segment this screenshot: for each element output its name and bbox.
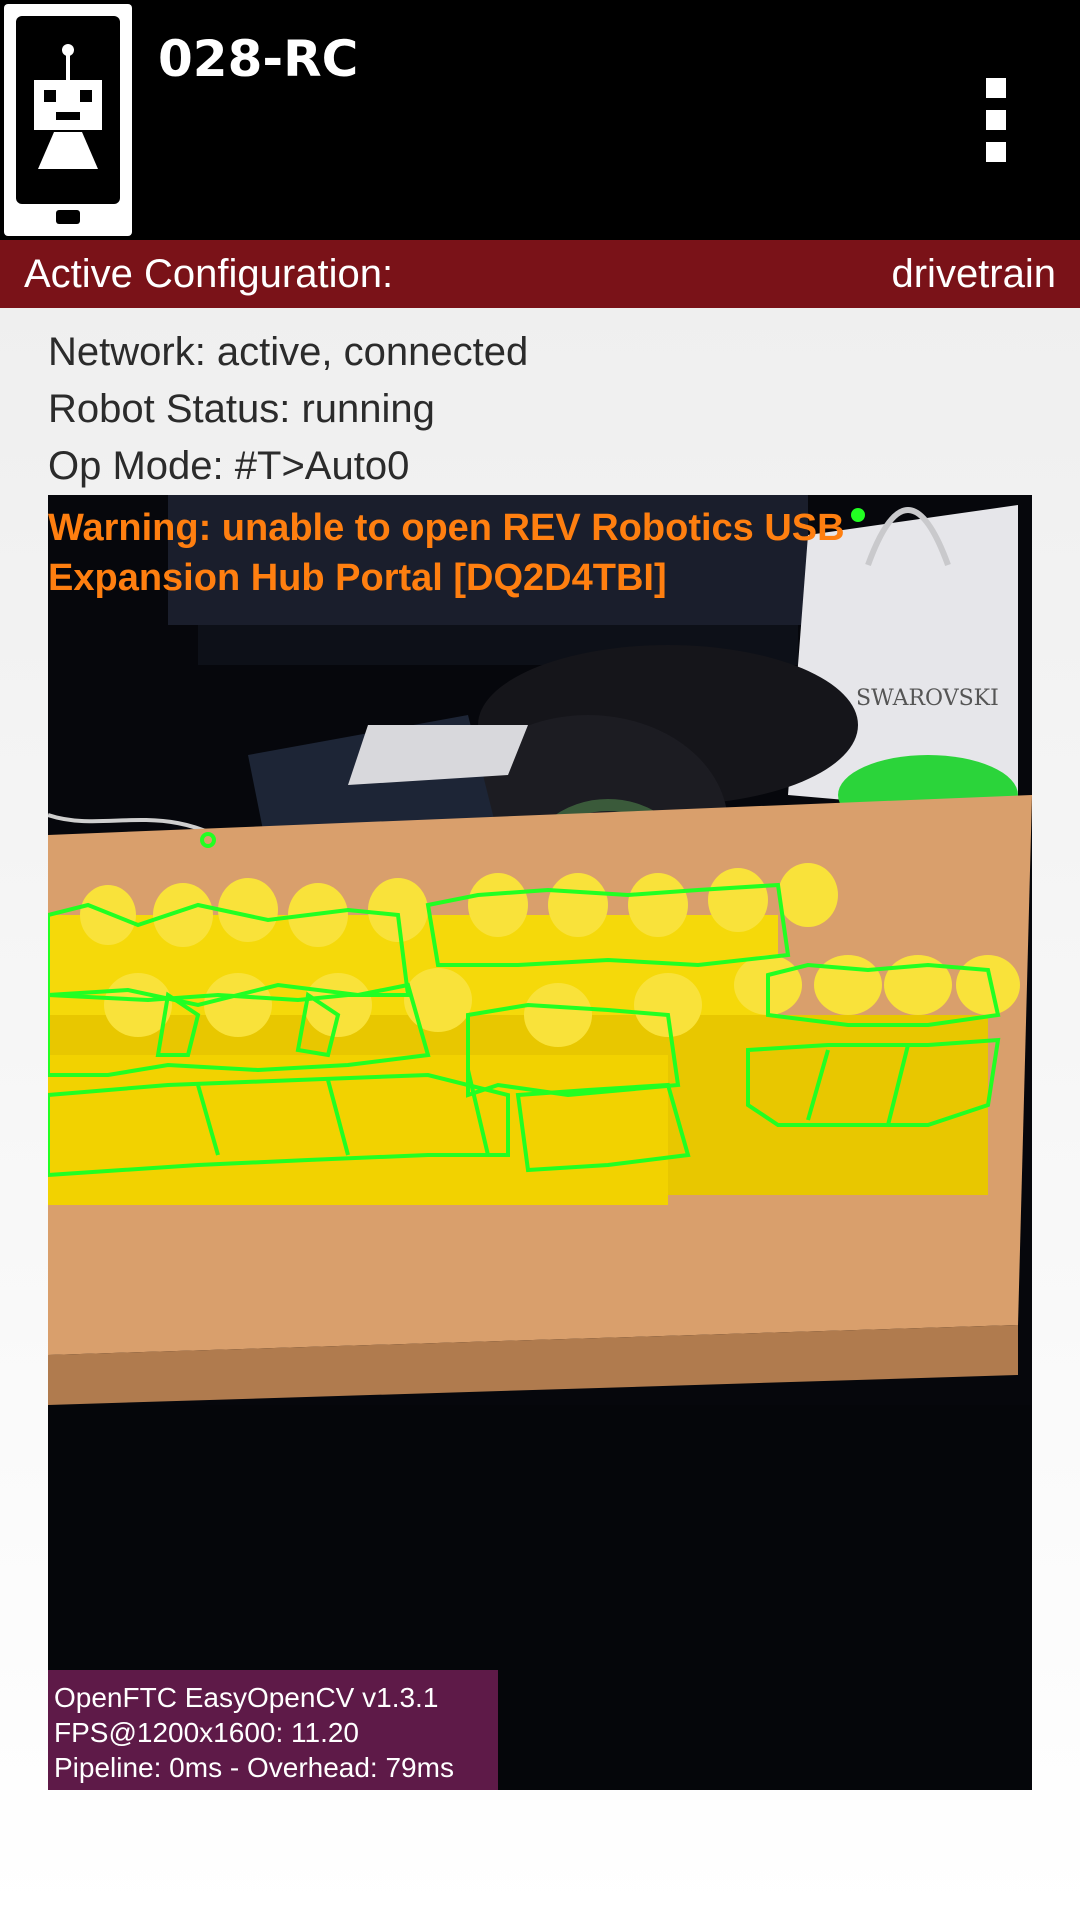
app-title: 028-RC [158,30,359,88]
active-configuration-label: Active Configuration: [24,252,394,296]
active-configuration-value: drivetrain [891,252,1056,296]
robot-phone-icon [4,4,132,236]
network-status: Network: active, connected [48,330,529,374]
camera-preview[interactable]: SWAROVSKI Warning: unable to open REV Ro… [48,495,1032,1790]
camera-frame-image: SWAROVSKI [48,495,1032,1790]
overlay-version: OpenFTC EasyOpenCV v1.3.1 [54,1682,439,1713]
more-vert-icon[interactable] [968,70,1024,170]
hub-warning-message: Warning: unable to open REV Robotics USB… [48,507,845,599]
scene-text: SWAROVSKI [856,686,999,711]
op-mode-status: Op Mode: #T>Auto0 [48,444,410,488]
overlay-fps: FPS@1200x1600: 11.20 [54,1717,360,1748]
robot-status: Robot Status: running [48,387,435,431]
easyopencv-stats-overlay: OpenFTC EasyOpenCV v1.3.1 FPS@1200x1600:… [48,1670,498,1790]
overlay-pipeline: Pipeline: 0ms - Overhead: 79ms [54,1752,454,1783]
active-configuration-bar: Active Configuration: drivetrain [0,240,1080,308]
app-bar: 028-RC [0,0,1080,240]
